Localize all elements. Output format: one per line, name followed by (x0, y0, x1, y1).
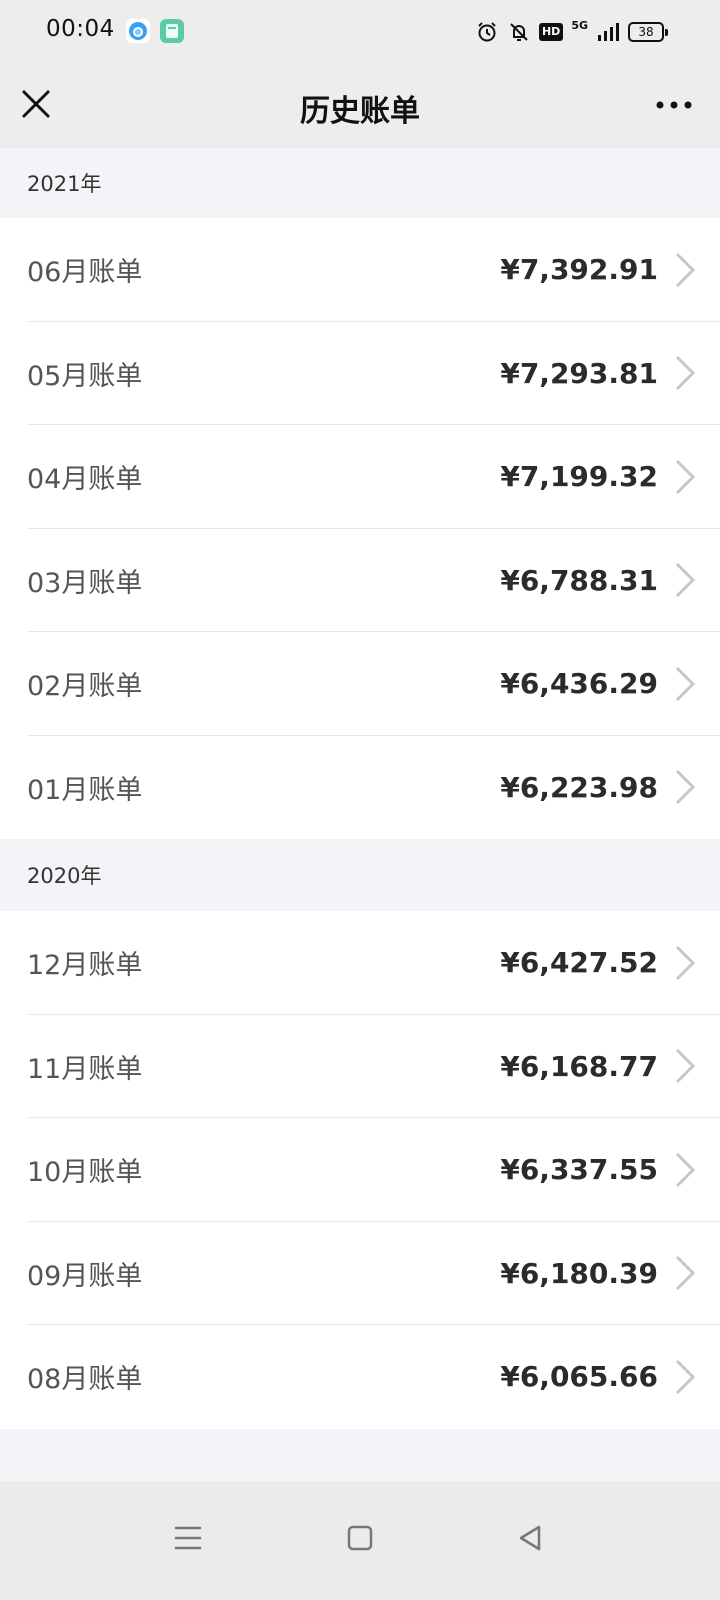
back-triangle-icon (519, 1525, 541, 1551)
chevron-right-icon (675, 459, 696, 494)
bill-row[interactable]: 10月账单 ¥6,337.55 (0, 1118, 720, 1222)
chevron-right-icon (675, 666, 696, 701)
bill-month-label: 02月账单 (27, 671, 143, 703)
chevron-right-icon (675, 770, 696, 805)
bill-history-content: 2021年 06月账单 ¥7,392.91 05月账单 ¥7,293.81 04… (0, 148, 720, 1429)
chevron-right-icon (675, 252, 696, 287)
chevron-right-icon (675, 1152, 696, 1187)
bill-amount: ¥6,223.98 (500, 770, 658, 804)
bill-month-label: 01月账单 (27, 774, 143, 806)
bill-list: 12月账单 ¥6,427.52 11月账单 ¥6,168.77 10月账单 ¥6… (0, 911, 720, 1429)
page-title: 历史账单 (300, 94, 420, 129)
bill-amount: ¥6,065.66 (500, 1360, 658, 1394)
bill-list: 06月账单 ¥7,392.91 05月账单 ¥7,293.81 04月账单 ¥7… (0, 218, 720, 839)
bill-row[interactable]: 06月账单 ¥7,392.91 (0, 218, 720, 322)
hd-badge: HD (538, 23, 564, 41)
bill-row[interactable]: 05月账单 ¥7,293.81 (0, 322, 720, 426)
status-indicators: HD 5G 38 (475, 18, 668, 46)
bill-month-label: 06月账单 (27, 257, 143, 289)
chevron-right-icon (675, 563, 696, 598)
bill-row[interactable]: 08月账单 ¥6,065.66 (0, 1325, 720, 1429)
bill-month-label: 12月账单 (27, 950, 143, 982)
bill-row[interactable]: 11月账单 ¥6,168.77 (0, 1015, 720, 1119)
bill-row[interactable]: 01月账单 ¥6,223.98 (0, 736, 720, 840)
bill-row[interactable]: 02月账单 ¥6,436.29 (0, 632, 720, 736)
year-header: 2020年 (0, 839, 720, 911)
screen: 00:04 HD 5G 38 历史账单 2021年 06月账单 ¥7,392.9… (0, 0, 720, 1600)
menu-lines-icon (174, 1526, 202, 1550)
bill-amount: ¥6,337.55 (500, 1153, 658, 1187)
status-bar: 00:04 HD 5G 38 (0, 0, 720, 62)
bill-month-label: 10月账单 (27, 1157, 143, 1189)
bill-amount: ¥7,293.81 (500, 356, 658, 390)
bill-row[interactable]: 12月账单 ¥6,427.52 (0, 911, 720, 1015)
bill-amount: ¥6,788.31 (500, 563, 658, 597)
system-nav-bar (0, 1481, 720, 1600)
bill-amount: ¥6,427.52 (500, 946, 658, 980)
chevron-right-icon (675, 945, 696, 980)
network-type-label: 5G (571, 18, 588, 32)
bill-amount: ¥7,392.91 (500, 253, 658, 287)
battery-indicator: 38 (628, 22, 668, 42)
bill-row[interactable]: 04月账单 ¥7,199.32 (0, 425, 720, 529)
bill-month-label: 05月账单 (27, 360, 143, 392)
chevron-right-icon (675, 1359, 696, 1394)
mute-bell-icon (507, 20, 531, 44)
year-header: 2021年 (0, 148, 720, 218)
status-time: 00:04 (46, 16, 115, 42)
bill-month-label: 03月账单 (27, 567, 143, 599)
recent-apps-button[interactable] (171, 1521, 205, 1555)
bill-row[interactable]: 09月账单 ¥6,180.39 (0, 1222, 720, 1326)
chevron-right-icon (675, 1049, 696, 1084)
nav-bar: 历史账单 (0, 62, 720, 148)
bill-amount: ¥6,180.39 (500, 1256, 658, 1290)
bill-amount: ¥6,168.77 (500, 1049, 658, 1083)
chevron-right-icon (675, 356, 696, 391)
bill-row[interactable]: 03月账单 ¥6,788.31 (0, 529, 720, 633)
more-button[interactable] (652, 90, 696, 120)
bill-month-label: 09月账单 (27, 1260, 143, 1292)
more-dots-icon (656, 101, 692, 109)
home-button[interactable] (343, 1521, 377, 1555)
back-button[interactable] (513, 1521, 547, 1555)
bill-amount: ¥6,436.29 (500, 667, 658, 701)
chevron-right-icon (675, 1256, 696, 1291)
signal-icon (596, 20, 620, 44)
alarm-icon (475, 20, 499, 44)
home-square-icon (347, 1525, 373, 1551)
bill-month-label: 04月账单 (27, 464, 143, 496)
browser-app-icon (126, 19, 150, 43)
bill-amount: ¥7,199.32 (500, 460, 658, 494)
bill-month-label: 08月账单 (27, 1364, 143, 1396)
bill-month-label: 11月账单 (27, 1053, 143, 1085)
notes-app-icon (160, 19, 184, 43)
